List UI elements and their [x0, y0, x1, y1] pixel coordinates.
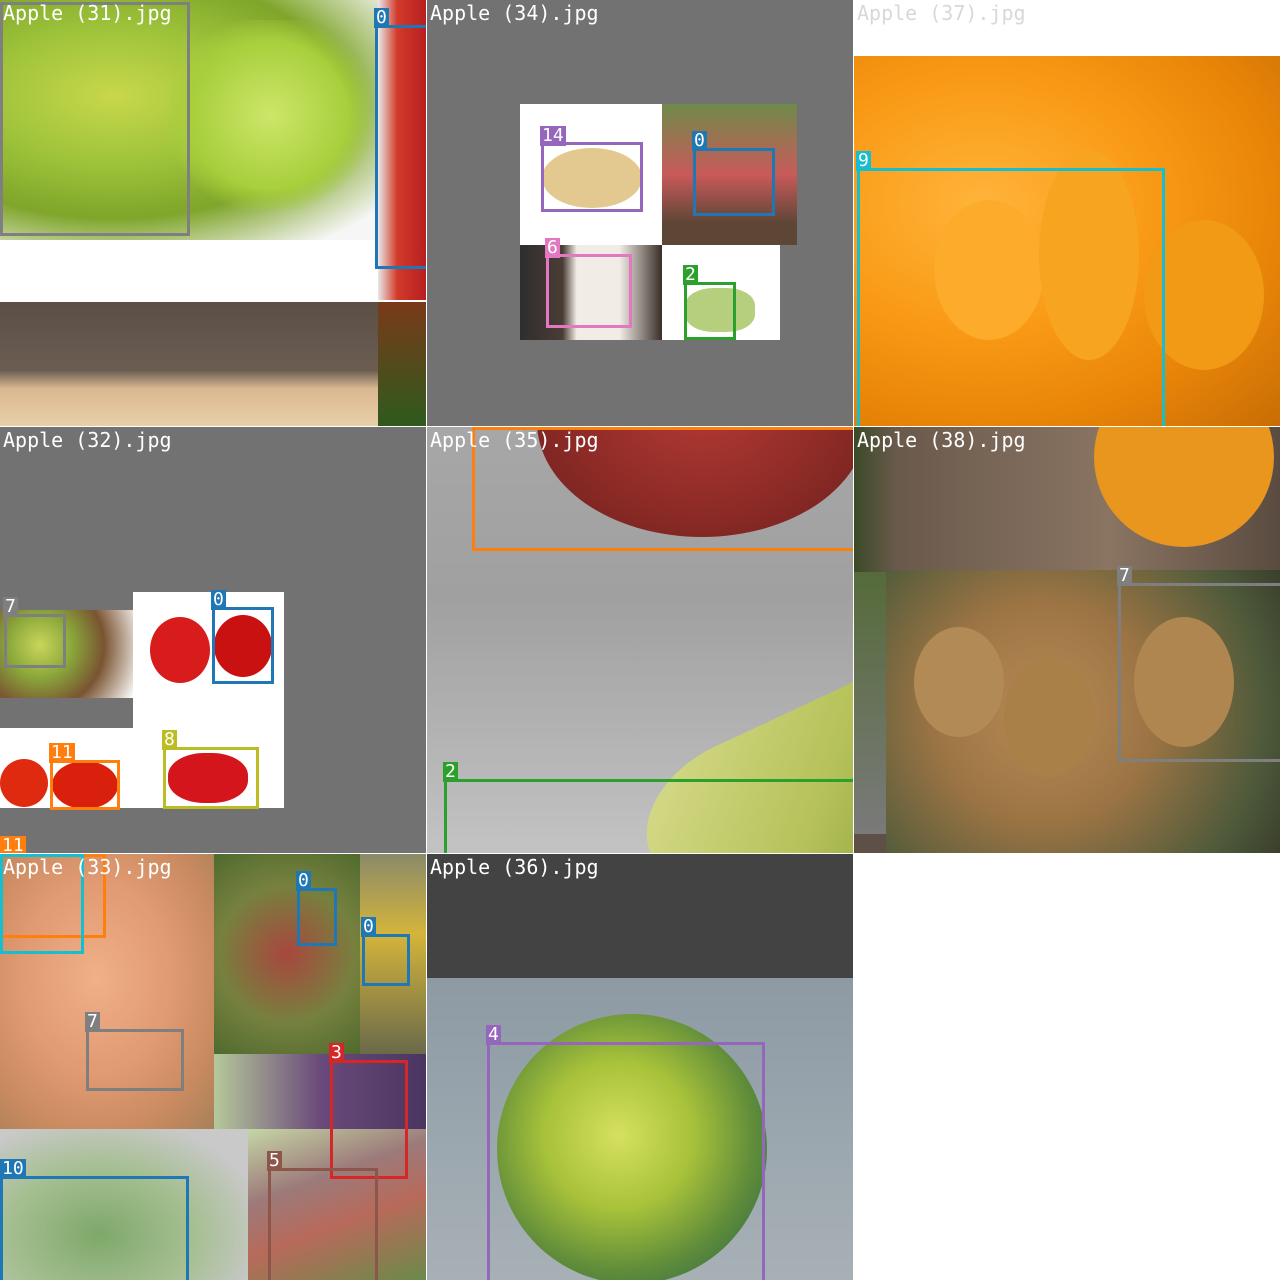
class-label: 5	[267, 1150, 282, 1171]
tile-filename: Apple (35).jpg	[430, 428, 599, 452]
detection-box	[0, 2, 190, 236]
class-label: 11	[0, 836, 26, 853]
detection-box	[86, 1029, 184, 1091]
detection-box	[50, 760, 120, 810]
detection-box	[684, 282, 736, 340]
detection-box	[1118, 583, 1280, 762]
ground-image	[0, 302, 380, 426]
detection-box	[297, 888, 337, 946]
tile-filename: Apple (31).jpg	[3, 1, 172, 25]
mosaic-tile: 9 Apple (37).jpg	[854, 0, 1280, 426]
detection-box	[375, 25, 426, 269]
tomato-shape	[0, 759, 48, 807]
class-label: 6	[545, 237, 560, 258]
tile-filename: Apple (38).jpg	[857, 428, 1026, 452]
class-label: 2	[443, 761, 458, 782]
class-label: 0	[692, 130, 707, 151]
class-label: 9	[856, 150, 871, 171]
class-label: 10	[0, 1158, 26, 1179]
class-label: 2	[683, 264, 698, 285]
class-label: 0	[296, 870, 311, 891]
mosaic-tile: 4 Apple (36).jpg	[427, 854, 853, 1280]
kiwi-shape	[1004, 657, 1094, 777]
mosaic-tile: 14 0 6 2 Apple (34).jpg	[427, 0, 853, 426]
detection-box	[693, 148, 775, 216]
class-label: 14	[540, 125, 566, 146]
class-label: 7	[85, 1011, 100, 1032]
tile-filename: Apple (32).jpg	[3, 428, 172, 452]
class-label: 0	[211, 589, 226, 610]
tile-filename: Apple (36).jpg	[430, 855, 599, 879]
mosaic-tile: 0 Apple (31).jpg	[0, 0, 426, 426]
mosaic-tile: 11 2 Apple (35).jpg	[427, 427, 853, 853]
class-label: 0	[361, 916, 376, 937]
tile-filename: Apple (37).jpg	[857, 1, 1026, 25]
left-strip-image	[854, 572, 886, 834]
tile-filename: Apple (33).jpg	[3, 855, 172, 879]
class-label: 7	[1117, 565, 1132, 586]
class-label: 0	[374, 7, 389, 28]
vegetable-partial-image	[378, 302, 426, 426]
detection-box	[857, 168, 1165, 426]
detection-box	[0, 1176, 189, 1280]
mosaic-tile: 7 Apple (38).jpg	[854, 427, 1280, 853]
mosaic-tile: 7 0 11 8 11 Apple (32).jpg	[0, 427, 426, 853]
detection-box	[163, 747, 259, 809]
detection-box	[362, 934, 410, 986]
class-label: 4	[486, 1024, 501, 1045]
detection-box	[268, 1168, 378, 1280]
grid-divider	[0, 426, 1280, 427]
detection-box	[487, 1042, 765, 1280]
tile-filename: Apple (34).jpg	[430, 1, 599, 25]
detection-box	[330, 1060, 408, 1179]
class-label: 3	[329, 1042, 344, 1063]
mosaic-grid: 0 Apple (31).jpg 14 0 6 2 Apple (34).jpg…	[0, 0, 1280, 1280]
class-label: 8	[162, 729, 177, 750]
detection-box	[212, 607, 274, 684]
mosaic-tile: 0 0 7 3 10 5 Apple (33).jpg	[0, 854, 426, 1280]
detection-box	[546, 254, 632, 328]
class-label: 7	[3, 596, 18, 617]
detection-box	[444, 779, 853, 853]
grid-divider	[426, 0, 427, 1280]
leaf-image	[170, 20, 370, 210]
apple-shape	[150, 617, 210, 683]
detection-box	[4, 614, 66, 668]
kiwi-shape	[914, 627, 1004, 737]
detection-box	[541, 142, 643, 212]
apple-tree-image	[214, 854, 360, 1054]
grid-divider	[853, 0, 854, 853]
class-label: 11	[49, 742, 75, 763]
